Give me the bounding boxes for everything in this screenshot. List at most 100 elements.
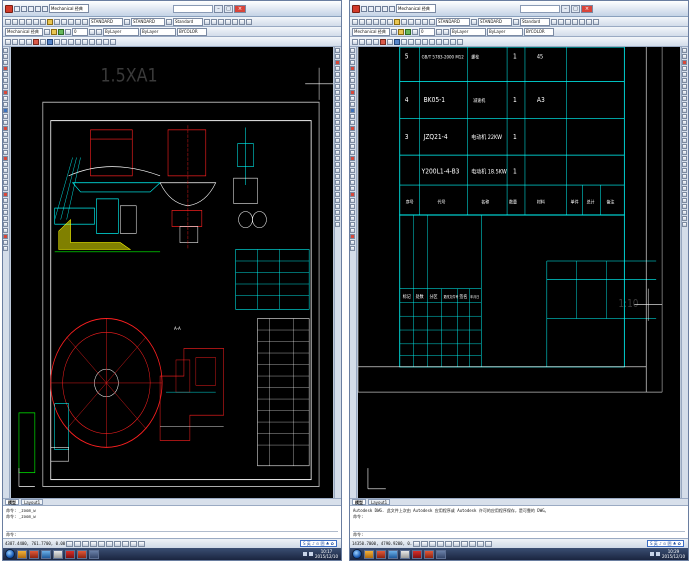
side-chamfer-icon[interactable] xyxy=(3,234,8,239)
dim-style-select[interactable]: STANDARD xyxy=(436,17,470,26)
text-icon[interactable] xyxy=(401,38,407,45)
side-insert-block-icon[interactable] xyxy=(350,108,355,113)
autocad-logo-icon[interactable] xyxy=(5,4,13,13)
workspace-select[interactable]: Mechanical 经典 xyxy=(49,4,89,13)
lineweight-select[interactable]: ByLayer xyxy=(140,27,176,36)
markup-icon[interactable] xyxy=(586,18,592,25)
ortho-mode-button[interactable] xyxy=(429,540,436,547)
command-input[interactable]: 命令: xyxy=(6,531,338,537)
side-arc-icon[interactable] xyxy=(3,78,8,83)
taskbar-explorer-icon[interactable] xyxy=(364,549,374,559)
dim-baseline-icon[interactable] xyxy=(335,192,340,197)
redo-icon[interactable] xyxy=(389,5,395,12)
center-mark-icon[interactable] xyxy=(335,222,340,227)
properties-icon[interactable] xyxy=(558,18,564,25)
side-point-icon[interactable] xyxy=(350,120,355,125)
side-mirror-icon[interactable] xyxy=(350,168,355,173)
taskbar-window-icon[interactable] xyxy=(436,549,446,559)
osnap-apparent-icon[interactable] xyxy=(335,66,340,71)
osnap-node-icon[interactable] xyxy=(682,114,687,119)
dynamic-input-button[interactable] xyxy=(122,540,129,547)
taskbar-app-icon[interactable] xyxy=(400,549,410,559)
mirror-icon[interactable] xyxy=(103,38,109,45)
taskbar-explorer-icon[interactable] xyxy=(17,549,27,559)
dim-radius-icon[interactable] xyxy=(682,162,687,167)
taskbar-app-icon[interactable] xyxy=(53,549,63,559)
osnap-tangent-icon[interactable] xyxy=(335,90,340,95)
command-input[interactable]: 命令: xyxy=(353,531,685,537)
new-icon[interactable] xyxy=(352,18,358,25)
offset-icon[interactable] xyxy=(110,38,116,45)
text-icon[interactable] xyxy=(54,38,60,45)
block-icon[interactable] xyxy=(47,38,53,45)
calculator-icon[interactable] xyxy=(593,18,599,25)
polar-tracking-button[interactable] xyxy=(90,540,97,547)
osnap-perpendicular-icon[interactable] xyxy=(682,96,687,101)
osnap-insert-icon[interactable] xyxy=(335,108,340,113)
side-trim-icon[interactable] xyxy=(350,210,355,215)
save-icon[interactable] xyxy=(19,18,25,25)
print-icon[interactable] xyxy=(373,18,379,25)
side-circle-icon[interactable] xyxy=(3,84,8,89)
windows-start-icon[interactable] xyxy=(5,549,15,559)
dim-radius-icon[interactable] xyxy=(335,162,340,167)
grid-display-button[interactable] xyxy=(74,540,81,547)
osnap-perpendicular-icon[interactable] xyxy=(335,96,340,101)
side-join-icon[interactable] xyxy=(350,228,355,233)
layer-freeze-icon[interactable] xyxy=(412,28,418,35)
volume-icon[interactable] xyxy=(655,552,660,556)
side-stretch-icon[interactable] xyxy=(350,204,355,209)
redo-icon[interactable] xyxy=(42,5,48,12)
side-gradient-icon[interactable] xyxy=(350,132,355,137)
side-polygon-icon[interactable] xyxy=(3,66,8,71)
network-icon[interactable] xyxy=(302,552,307,556)
polar-tracking-button[interactable] xyxy=(437,540,444,547)
open-file-icon[interactable] xyxy=(21,5,27,12)
tolerance-icon[interactable] xyxy=(335,216,340,221)
mleader-style-icon[interactable] xyxy=(551,18,557,25)
dim-arc-icon[interactable] xyxy=(682,150,687,155)
taskbar-acrobat-icon[interactable] xyxy=(65,549,75,559)
side-break-icon[interactable] xyxy=(350,222,355,227)
circle-icon[interactable] xyxy=(366,38,372,45)
undo-icon[interactable] xyxy=(35,5,41,12)
otrack-button[interactable] xyxy=(106,540,113,547)
taskbar-browser-icon[interactable] xyxy=(388,549,398,559)
properties-icon[interactable] xyxy=(211,18,217,25)
calculator-icon[interactable] xyxy=(246,18,252,25)
dim-space-icon[interactable] xyxy=(682,204,687,209)
side-copy-icon[interactable] xyxy=(350,162,355,167)
mleader-style-icon[interactable] xyxy=(204,18,210,25)
dim-ordinate-icon[interactable] xyxy=(335,156,340,161)
drawing-canvas[interactable]: 1.5XA1 A-A xyxy=(11,47,333,498)
ime-toolbar[interactable]: S 英 ♪ ⊙ 囲 ♣ ✿ xyxy=(646,540,684,547)
osnap-extension-icon[interactable] xyxy=(335,72,340,77)
side-line-icon[interactable] xyxy=(3,48,8,53)
dynamic-input-button[interactable] xyxy=(469,540,476,547)
taskbar-autocad-icon[interactable] xyxy=(77,549,87,559)
dim-angular-icon[interactable] xyxy=(335,180,340,185)
match-properties-icon[interactable] xyxy=(401,18,407,25)
taskbar-window-icon[interactable] xyxy=(89,549,99,559)
polyline-icon[interactable] xyxy=(359,38,365,45)
close-icon[interactable]: × xyxy=(234,4,246,13)
cut-icon[interactable] xyxy=(380,18,386,25)
pan-icon[interactable] xyxy=(422,18,428,25)
offset-icon[interactable] xyxy=(457,38,463,45)
zoom-icon[interactable] xyxy=(429,18,435,25)
layer-properties-icon[interactable] xyxy=(44,28,50,35)
osnap-nearest-icon[interactable] xyxy=(335,120,340,125)
dimension-icon[interactable] xyxy=(408,38,414,45)
osnap-parallel-icon[interactable] xyxy=(682,102,687,107)
sheet-set-icon[interactable] xyxy=(232,18,238,25)
trim-icon[interactable] xyxy=(89,38,95,45)
paste-icon[interactable] xyxy=(394,18,400,25)
dim-linear-icon[interactable] xyxy=(682,138,687,143)
layer-previous-icon[interactable] xyxy=(96,28,102,35)
side-scale-icon[interactable] xyxy=(350,198,355,203)
side-ellipse-icon[interactable] xyxy=(350,102,355,107)
dim-quick-icon[interactable] xyxy=(335,186,340,191)
autocad-logo-icon[interactable] xyxy=(352,4,360,13)
side-move-icon[interactable] xyxy=(3,186,8,191)
table-style-select[interactable]: STANDARD xyxy=(131,17,165,26)
